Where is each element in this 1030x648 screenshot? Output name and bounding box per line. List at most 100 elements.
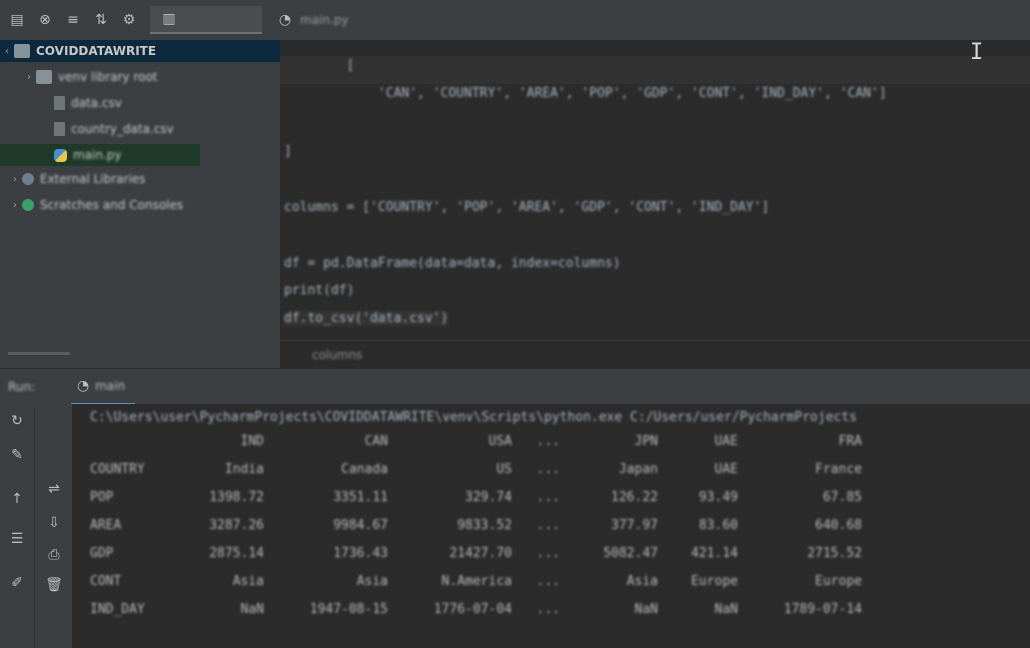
run-console[interactable]: C:\Users\user\PycharmProjects\COVIDDATAW… xyxy=(72,404,1030,648)
tree-item-country-csv[interactable]: country_data.csv xyxy=(0,118,280,140)
file-icon: ▥ xyxy=(162,11,176,27)
table-cell: 2875.14 xyxy=(209,546,264,561)
tree-item-label: country_data.csv xyxy=(71,122,174,136)
pin-icon[interactable]: ✐ xyxy=(6,572,28,594)
python-icon: ◔ xyxy=(278,12,292,28)
tree-footer xyxy=(0,340,280,368)
chevron-right-icon[interactable]: › xyxy=(22,72,36,83)
table-cell: 1789-07-14 xyxy=(783,602,862,617)
wrench-icon[interactable]: ✎ xyxy=(6,444,28,466)
rerun-icon[interactable]: ↻ xyxy=(6,410,28,432)
table-cell: 21427.70 xyxy=(449,546,512,561)
table-cell: 2715.52 xyxy=(807,546,862,561)
table-cell: Asia xyxy=(626,574,658,589)
table-cell: 1736.43 xyxy=(333,546,388,561)
chevron-right-icon[interactable]: › xyxy=(8,174,22,185)
table-cell: 1947-08-15 xyxy=(309,602,388,617)
table-cell: AREA xyxy=(90,518,122,533)
table-cell: 3351.11 xyxy=(333,490,388,505)
tree-item-venv[interactable]: › venv library root xyxy=(0,66,280,88)
code-editor[interactable]: [ 'CAN', 'COUNTRY', 'AREA', 'POP', 'GDP'… xyxy=(280,40,1030,340)
header-cell: FRA xyxy=(838,434,862,449)
table-cell: Europe xyxy=(815,574,862,589)
code-line: [ xyxy=(284,58,879,73)
table-cell: 9984.67 xyxy=(333,518,388,533)
code-line: 'CAN', 'COUNTRY', 'AREA', 'POP', 'GDP', … xyxy=(284,86,887,101)
code-line: ] xyxy=(284,144,292,159)
table-cell: UAE xyxy=(714,462,738,477)
table-cell: 1776-07-04 xyxy=(433,602,512,617)
expand-icon[interactable]: ⇅ xyxy=(90,9,112,31)
main-toolbar: ▤ ⊗ ≡ ⇅ ⚙ ▥ ◔ main.py xyxy=(0,0,1030,40)
tree-item-label: venv library root xyxy=(58,70,158,84)
table-cell: 377.97 xyxy=(611,518,658,533)
tab-main-py-label: main.py xyxy=(300,13,349,27)
table-cell: Asia xyxy=(356,574,388,589)
table-cell: 421.14 xyxy=(691,546,738,561)
collapse-icon[interactable]: ≡ xyxy=(62,9,84,31)
table-cell: 3287.26 xyxy=(209,518,264,533)
header-cell: JPN xyxy=(634,434,658,449)
table-cell: France xyxy=(815,462,862,477)
run-label: Run: xyxy=(8,379,36,394)
tab-main-py[interactable]: ◔ main.py xyxy=(274,6,349,34)
tree-item-label: Scratches and Consoles xyxy=(40,198,184,212)
console-command: C:\Users\user\PycharmProjects\COVIDDATAW… xyxy=(90,410,858,425)
scrollbar[interactable] xyxy=(8,352,70,355)
tab-active[interactable]: ▥ xyxy=(150,6,262,34)
project-tree: ‹ COVIDDATAWRITE › venv library root dat… xyxy=(0,40,280,340)
tree-item-external-libraries[interactable]: › External Libraries xyxy=(0,168,280,190)
table-cell: ... xyxy=(536,462,560,477)
close-circle-icon[interactable]: ⊗ xyxy=(34,9,56,31)
tab-run-main[interactable]: ◔ main xyxy=(71,369,136,405)
chevron-right-icon[interactable]: › xyxy=(8,200,22,211)
breadcrumb: columns xyxy=(280,340,1030,368)
text-cursor-icon: I xyxy=(970,40,984,65)
trash-icon[interactable]: 🗑 xyxy=(43,574,65,596)
table-cell: N.America xyxy=(441,574,512,589)
tree-root[interactable]: ‹ COVIDDATAWRITE xyxy=(0,40,280,62)
table-cell: NaN xyxy=(634,602,658,617)
code-line: df = pd.DataFrame(data=data, index=colum… xyxy=(284,256,621,271)
tree-item-scratches[interactable]: › Scratches and Consoles xyxy=(0,194,280,216)
tree-item-label: data.csv xyxy=(71,96,122,110)
folder-icon xyxy=(14,44,30,58)
table-cell: ... xyxy=(536,602,560,617)
table-cell: CONT xyxy=(90,574,122,589)
scroll-end-icon[interactable]: ⇩ xyxy=(43,512,65,534)
file-icon xyxy=(54,96,65,110)
header-cell: USA xyxy=(488,434,512,449)
table-cell: ... xyxy=(536,546,560,561)
table-cell: India xyxy=(224,462,264,477)
library-icon xyxy=(22,173,34,185)
print-icon[interactable]: ⎙ xyxy=(43,544,65,566)
run-tool-gutter-secondary: ⇌ ⇩ ⎙ 🗑 xyxy=(34,404,72,648)
table-cell: 67.85 xyxy=(822,490,862,505)
chevron-down-icon[interactable]: ‹ xyxy=(0,46,14,57)
tree-item-main-py[interactable]: main.py xyxy=(0,144,200,166)
tab-run-main-label: main xyxy=(95,378,126,393)
up-icon[interactable]: ↑ xyxy=(6,488,28,510)
table-cell: 9833.52 xyxy=(457,518,512,533)
table-cell: IND_DAY xyxy=(90,602,145,617)
gear-icon[interactable]: ⚙ xyxy=(118,9,140,31)
table-cell: ... xyxy=(536,518,560,533)
table-cell: 5082.47 xyxy=(603,546,658,561)
table-cell: US xyxy=(496,462,512,477)
tree-item-data-csv[interactable]: data.csv xyxy=(0,92,280,114)
table-cell: COUNTRY xyxy=(90,462,145,477)
table-cell: NaN xyxy=(240,602,264,617)
table-cell: GDP xyxy=(90,546,114,561)
soft-wrap-icon[interactable]: ⇌ xyxy=(43,478,65,500)
breadcrumb-item[interactable]: columns xyxy=(312,348,362,362)
table-cell: 93.49 xyxy=(698,490,738,505)
table-cell: 1398.72 xyxy=(209,490,264,505)
scratch-icon xyxy=(22,199,34,211)
project-icon[interactable]: ▤ xyxy=(6,9,28,31)
run-panel-header: Run: ◔ main xyxy=(0,368,1030,405)
code-line: print(df) xyxy=(284,283,355,298)
table-cell: POP xyxy=(90,490,114,505)
table-cell: ... xyxy=(536,574,560,589)
table-cell: Europe xyxy=(691,574,738,589)
list-icon[interactable]: ☰ xyxy=(6,528,28,550)
